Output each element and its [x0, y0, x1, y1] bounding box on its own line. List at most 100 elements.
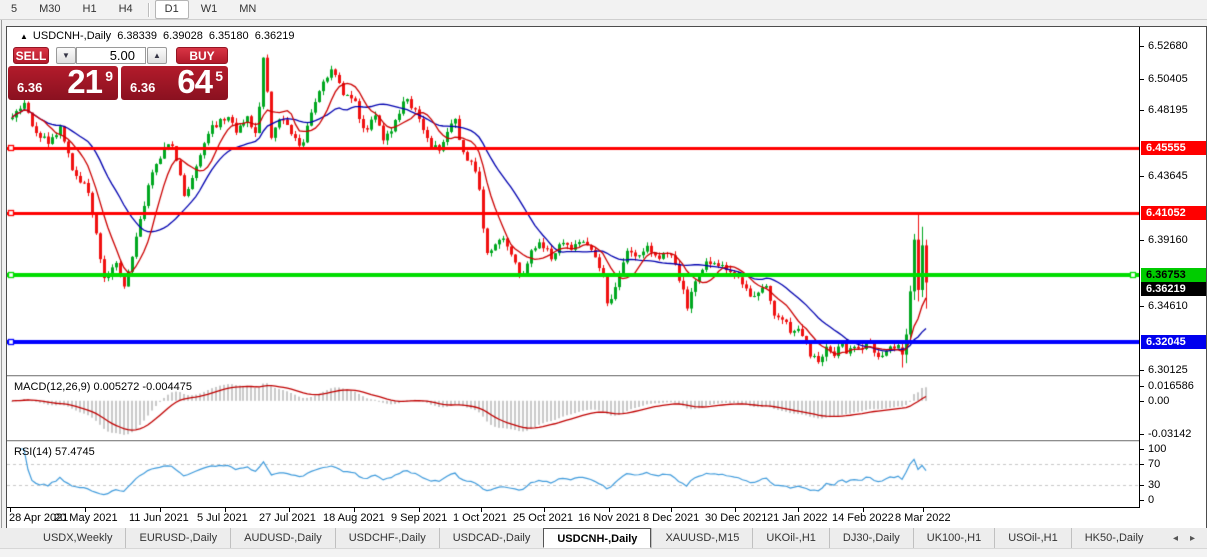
- date-axis-label: 30 Dec 2021: [705, 512, 768, 524]
- date-axis-label: 8 Dec 2021: [643, 512, 700, 524]
- price-tick-label: 6.43645: [1148, 170, 1188, 182]
- rsi-axis-label: 100: [1148, 443, 1167, 455]
- timeframe-button-d1[interactable]: D1: [154, 0, 189, 19]
- chart-tab-usdx-weekly[interactable]: USDX,Weekly: [30, 528, 125, 548]
- timeframe-button-5[interactable]: 5: [1, 0, 27, 19]
- price-tick-label: 6.48195: [1148, 104, 1188, 116]
- chart-tab-uk100-h1[interactable]: UK100-,H1: [912, 528, 994, 548]
- date-axis[interactable]: 28 Apr 2021 20 May 2021 11 Jun 2021 5 Jul 2…: [7, 507, 1140, 527]
- price-tick-label: 6.30125: [1148, 364, 1188, 376]
- volume-input[interactable]: [76, 47, 146, 64]
- chart-tab-hk50-daily[interactable]: HK50-,Daily: [1070, 528, 1157, 548]
- rsi-axis-label: 70: [1148, 458, 1161, 470]
- price-tick-label: 6.34610: [1148, 300, 1188, 312]
- chart-tab-usdchf-daily[interactable]: USDCHF-,Daily: [334, 528, 439, 548]
- sell-price-prefix: 6.36: [17, 80, 43, 95]
- rsi-axis-label: 0: [1148, 494, 1155, 506]
- date-axis-label: 9 Sep 2021: [391, 512, 448, 524]
- current-price-badge: 6.36219: [1141, 282, 1206, 296]
- price-tick-mark: [1140, 46, 1144, 47]
- timeframe-button-mn[interactable]: MN: [229, 0, 266, 19]
- status-bar: [0, 549, 1207, 557]
- hline-price-badge: 6.32045: [1141, 335, 1206, 349]
- chart-window: ▲ USDCNH-,Daily 6.38339 6.39028 6.35180 6…: [6, 26, 1207, 529]
- macd-tick-mark: [1140, 434, 1144, 435]
- chart-tab-audusd-daily[interactable]: AUDUSD-,Daily: [230, 528, 335, 548]
- tab-scroll-left-icon[interactable]: ◂: [1167, 533, 1184, 544]
- price-tick-label: 6.52680: [1148, 40, 1188, 52]
- price-tick-mark: [1140, 79, 1144, 80]
- timeframe-toolbar: 5 M30 H1 H4 D1 W1 MN: [0, 0, 1207, 20]
- sell-price-tile[interactable]: 6.36 21 9: [8, 63, 118, 100]
- buy-price-tile[interactable]: 6.36 64 5: [121, 63, 228, 100]
- buy-button[interactable]: BUY: [176, 47, 228, 64]
- date-axis-label: 27 Jul 2021: [259, 512, 316, 524]
- rsi-tick-mark: [1140, 464, 1144, 465]
- rsi-tick-mark: [1140, 449, 1144, 450]
- sell-price-big: 21: [67, 63, 103, 100]
- sell-price-pip: 9: [105, 68, 113, 84]
- volume-decrease-icon[interactable]: ▼: [56, 47, 76, 64]
- chart-tab-dj30-daily[interactable]: DJ30-,Daily: [828, 528, 913, 548]
- timeframe-button-m30[interactable]: M30: [29, 0, 70, 19]
- date-axis-label: 16 Nov 2021: [578, 512, 641, 524]
- macd-pane: MACD(12,26,9) 0.005272 -0.004475: [7, 378, 1140, 440]
- main-chart-pane: ▲ USDCNH-,Daily 6.38339 6.39028 6.35180 6…: [7, 27, 1140, 375]
- axis-corner: [1140, 508, 1206, 527]
- chart-header: ▲ USDCNH-,Daily 6.38339 6.39028 6.35180 6…: [20, 30, 297, 42]
- chart-tab-usdcad-daily[interactable]: USDCAD-,Daily: [438, 528, 544, 548]
- hline-price-badge: 6.41052: [1141, 206, 1206, 220]
- price-tick-mark: [1140, 110, 1144, 111]
- macd-tick-mark: [1140, 386, 1144, 387]
- volume-increase-icon[interactable]: ▲: [147, 47, 167, 64]
- buy-price-big: 64: [177, 63, 213, 100]
- rsi-pane: RSI(14) 57.4745: [7, 443, 1140, 507]
- ohlc-low: 6.35180: [208, 30, 249, 42]
- macd-label: MACD(12,26,9) 0.005272 -0.004475: [14, 381, 192, 393]
- price-tick-label: 6.39160: [1148, 234, 1188, 246]
- rsi-axis-label: 30: [1148, 479, 1161, 491]
- chart-tab-eurusd-daily[interactable]: EURUSD-,Daily: [125, 528, 230, 548]
- macd-tick-mark: [1140, 401, 1144, 402]
- macd-axis-label: 0.016586: [1148, 380, 1194, 392]
- date-axis-label: 20 May 2021: [54, 512, 118, 524]
- timeframe-button-h4[interactable]: H4: [109, 0, 143, 19]
- tab-scroll-arrows: ◂ ▸: [1167, 528, 1207, 548]
- ohlc-open: 6.38339: [117, 30, 157, 42]
- rsi-label: RSI(14) 57.4745: [14, 446, 95, 458]
- macd-axis-label: -0.03142: [1148, 428, 1192, 440]
- timeframe-button-h1[interactable]: H1: [73, 0, 107, 19]
- price-tick-label: 6.50405: [1148, 73, 1188, 85]
- date-axis-label: 8 Mar 2022: [895, 512, 951, 524]
- buy-price-prefix: 6.36: [130, 80, 156, 95]
- symbol-label: USDCNH-,Daily: [32, 30, 112, 42]
- macd-axis-label: 0.00: [1148, 395, 1170, 407]
- price-tick-mark: [1140, 370, 1144, 371]
- chart-tab-bar: USDX,Weekly EURUSD-,Daily AUDUSD-,Daily USD…: [0, 528, 1207, 549]
- date-axis-label: 14 Feb 2022: [832, 512, 894, 524]
- chart-tab-xauusd-m15[interactable]: XAUUSD-,M15: [651, 528, 752, 548]
- buy-price-pip: 5: [215, 68, 223, 84]
- chart-tab-ukoil-h1[interactable]: UKOil-,H1: [752, 528, 829, 548]
- trading-terminal: 5 M30 H1 H4 D1 W1 MN ▲ USDCNH-,Daily 6.38339 6.…: [0, 0, 1207, 557]
- price-axis[interactable]: 6.52680 6.50405 6.48195 6.43645 6.39160 6.346…: [1140, 27, 1206, 507]
- tab-scroll-right-icon[interactable]: ▸: [1184, 533, 1201, 544]
- rsi-tick-mark: [1140, 485, 1144, 486]
- sell-button[interactable]: SELL: [13, 47, 49, 64]
- timeframe-button-w1[interactable]: W1: [191, 0, 228, 19]
- price-tick-mark: [1140, 176, 1144, 177]
- hline-price-badge: 6.45555: [1141, 141, 1206, 155]
- chart-tab-usoil-h1[interactable]: USOil-,H1: [994, 528, 1071, 548]
- chart-tab-usdcnh-daily[interactable]: USDCNH-,Daily: [543, 528, 652, 548]
- date-axis-label: 18 Aug 2021: [323, 512, 385, 524]
- date-axis-label: 11 Jun 2021: [129, 512, 189, 524]
- ohlc-close: 6.36219: [254, 30, 295, 42]
- price-tick-mark: [1140, 306, 1144, 307]
- rsi-canvas[interactable]: [7, 443, 1140, 507]
- date-axis-label: 25 Oct 2021: [513, 512, 573, 524]
- collapse-triangle-icon[interactable]: ▲: [20, 32, 28, 41]
- price-tick-mark: [1140, 240, 1144, 241]
- ohlc-high: 6.39028: [163, 30, 203, 42]
- hline-price-badge: 6.36753: [1141, 268, 1206, 282]
- toolbar-separator: [147, 2, 150, 17]
